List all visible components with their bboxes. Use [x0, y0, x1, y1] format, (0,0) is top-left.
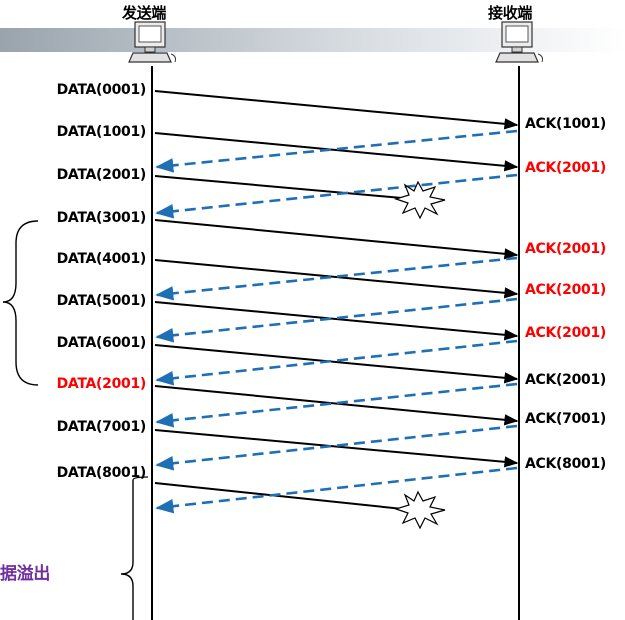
packet-loss-burst-icon	[394, 180, 446, 220]
data-packet-label: DATA(4001)	[56, 251, 147, 267]
sender-title: 发送端	[122, 4, 167, 22]
ack-label: ACK(2001)	[525, 325, 607, 341]
ack-label: ACK(2001)	[525, 282, 607, 298]
data-packet-label: DATA(7001)	[56, 419, 147, 435]
ack-label: ACK(2001)	[525, 372, 607, 388]
packet-loss-burst-icon	[394, 490, 446, 530]
ack-label: ACK(1001)	[525, 116, 607, 132]
data-packet-label: DATA(3001)	[56, 210, 147, 226]
overflow-brace	[120, 480, 134, 620]
ack-arrow-7	[155, 424, 518, 471]
data-packet-label: DATA(2001)	[56, 376, 147, 392]
data-packet-label: DATA(5001)	[56, 293, 147, 309]
ack-label: ACK(8001)	[525, 456, 607, 472]
data-packet-label: DATA(6001)	[56, 335, 147, 351]
data-packet-label: DATA(1001)	[56, 124, 147, 140]
data-arrow-2001-lost	[154, 175, 403, 199]
overflow-caption: 据溢出	[0, 564, 51, 584]
data-packet-label: DATA(8001)	[56, 465, 147, 481]
ack-label: ACK(2001)	[525, 160, 607, 176]
data-packet-label: DATA(0001)	[56, 82, 147, 98]
ack-label: ACK(7001)	[525, 411, 607, 427]
retransmit-brace	[2, 220, 39, 386]
data-packet-label: DATA(2001)	[56, 167, 147, 183]
data-arrow-3001	[154, 219, 519, 260]
receiver-title: 接收端	[488, 4, 533, 22]
ack-label: ACK(2001)	[525, 241, 607, 257]
data-arrow-0001	[154, 90, 519, 130]
